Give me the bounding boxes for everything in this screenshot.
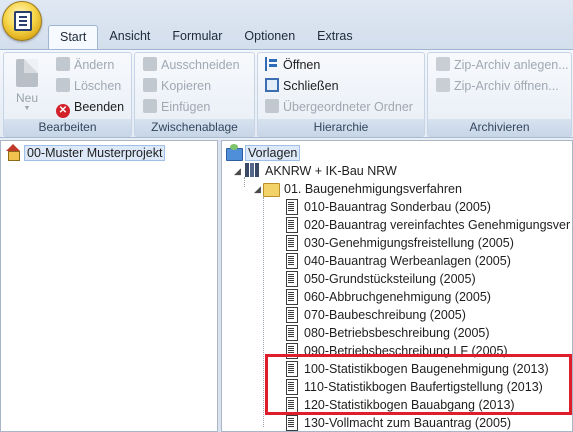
- group-zwischenablage: Ausschneiden Kopieren Einfügen Zwischena…: [134, 52, 255, 137]
- tab-extras[interactable]: Extras: [306, 25, 363, 49]
- document-label: 070-Baubeschreibung (2005): [304, 308, 466, 322]
- delete-button-label: Löschen: [74, 79, 122, 93]
- paste-icon: [143, 99, 157, 113]
- document-item[interactable]: 060-Abbruchgenehmigung (2005): [283, 288, 493, 306]
- zip-create-button[interactable]: Zip-Archiv anlegen...: [436, 55, 569, 75]
- document-icon: [283, 198, 299, 215]
- cut-button-label: Ausschneiden: [161, 58, 240, 72]
- tab-formular[interactable]: Formular: [161, 25, 233, 49]
- document-item[interactable]: 050-Grundstücksteilung (2005): [283, 270, 478, 288]
- zip-create-button-label: Zip-Archiv anlegen...: [454, 58, 569, 72]
- document-icon: [283, 306, 299, 323]
- parent-folder-icon: [265, 99, 279, 113]
- tree-item-vorlagen[interactable]: Vorlagen: [226, 144, 301, 162]
- delete-button[interactable]: Löschen: [56, 76, 121, 96]
- document-label: 060-Abbruchgenehmigung (2005): [304, 290, 491, 304]
- document-item[interactable]: 080-Betriebsbeschreibung (2005): [283, 324, 492, 342]
- close-icon: ✕: [56, 104, 70, 118]
- library-books-icon: [244, 162, 260, 178]
- collapse-triangle-icon[interactable]: ◢: [254, 184, 261, 195]
- parent-folder-button-label: Übergeordneter Ordner: [283, 100, 413, 114]
- collapse-triangle-icon[interactable]: ◢: [234, 166, 241, 177]
- chevron-down-icon: ▼: [23, 105, 31, 112]
- document-label: 050-Grundstücksteilung (2005): [304, 272, 476, 286]
- group-label-hierarchie: Hierarchie: [258, 119, 424, 136]
- cut-button[interactable]: Ausschneiden: [143, 55, 240, 75]
- document-item[interactable]: 020-Bauantrag vereinfachtes Genehmigungs…: [283, 216, 572, 234]
- document-label: 130-Vollmacht zum Bauantrag (2005): [304, 416, 512, 430]
- zip-archive-icon: [436, 57, 450, 71]
- document-item[interactable]: 030-Genehmigungsfreistellung (2005): [283, 234, 516, 252]
- highlight-box: [265, 354, 572, 415]
- folder-label: 01. Baugenehmigungsverfahren: [284, 182, 462, 196]
- document-item[interactable]: 040-Bauantrag Werbeanlagen (2005): [283, 252, 513, 270]
- document-label: 010-Bauantrag Sonderbau (2005): [304, 200, 491, 214]
- tab-optionen[interactable]: Optionen: [233, 25, 306, 49]
- group-archivieren: Zip-Archiv anlegen... Zip-Archiv öffnen.…: [427, 52, 572, 137]
- document-label: 020-Bauantrag vereinfachtes Genehmigungs…: [304, 218, 571, 232]
- edit-button[interactable]: Ändern: [56, 55, 114, 75]
- document-icon: [283, 324, 299, 341]
- document-item[interactable]: 010-Bauantrag Sonderbau (2005): [283, 198, 493, 216]
- tree-item-project[interactable]: 00-Muster Musterprojekt: [5, 144, 166, 162]
- copy-icon: [143, 78, 157, 92]
- copy-button[interactable]: Kopieren: [143, 76, 211, 96]
- zip-open-button[interactable]: Zip-Archiv öffnen...: [436, 76, 559, 96]
- zip-open-button-label: Zip-Archiv öffnen...: [454, 79, 559, 93]
- open-button-label: Öffnen: [283, 58, 321, 72]
- vorlagen-label: Vorlagen: [245, 145, 301, 161]
- tab-ansicht[interactable]: Ansicht: [98, 25, 161, 49]
- edit-button-label: Ändern: [74, 58, 115, 72]
- project-house-icon: [5, 144, 21, 161]
- templates-folder-icon: [226, 144, 243, 161]
- delete-icon: [56, 78, 70, 92]
- document-icon: [283, 216, 299, 233]
- close-tree-button[interactable]: Schließen: [265, 76, 339, 96]
- group-label-archivieren: Archivieren: [428, 119, 571, 136]
- zip-open-icon: [436, 78, 450, 92]
- ribbon-body: Neu ▼ Ändern Löschen ✕ Beenden Bearbeiten…: [0, 49, 573, 138]
- edit-icon: [56, 57, 70, 71]
- group-label-bearbeiten: Bearbeiten: [4, 119, 131, 136]
- new-button-label: Neu: [15, 91, 38, 105]
- tree-open-icon: [265, 57, 279, 71]
- new-button[interactable]: Neu ▼: [10, 57, 44, 117]
- group-label-zwischenablage: Zwischenablage: [135, 119, 254, 136]
- group-bearbeiten: Neu ▼ Ändern Löschen ✕ Beenden Bearbeiten: [3, 52, 132, 137]
- paste-button[interactable]: Einfügen: [143, 97, 210, 117]
- document-label: 040-Bauantrag Werbeanlagen (2005): [304, 254, 511, 268]
- exit-button[interactable]: ✕ Beenden: [56, 97, 125, 118]
- tree-item-folder[interactable]: 01. Baugenehmigungsverfahren: [263, 180, 464, 198]
- tree-close-icon: [265, 78, 279, 92]
- open-button[interactable]: Öffnen: [265, 55, 320, 75]
- ribbon-tabs: Start Ansicht Formular Optionen Extras: [48, 25, 364, 49]
- copy-button-label: Kopieren: [161, 79, 212, 93]
- folder-icon: [263, 180, 280, 197]
- document-item[interactable]: 070-Baubeschreibung (2005): [283, 306, 468, 324]
- close-tree-button-label: Schließen: [283, 79, 339, 93]
- tab-start[interactable]: Start: [48, 25, 99, 49]
- document-icon: [283, 270, 299, 287]
- application-menu-button[interactable]: [2, 1, 42, 41]
- document-label: 030-Genehmigungsfreistellung (2005): [304, 236, 514, 250]
- group-hierarchie: Öffnen Schließen Übergeordneter Ordner H…: [257, 52, 425, 137]
- document-icon: [283, 234, 299, 251]
- document-icon: [283, 252, 299, 269]
- new-document-icon: [16, 59, 38, 87]
- document-label: 080-Betriebsbeschreibung (2005): [304, 326, 490, 340]
- library-label: AKNRW + IK-Bau NRW: [265, 164, 397, 178]
- document-icon: [283, 414, 299, 431]
- app-document-icon: [14, 11, 32, 31]
- document-icon: [283, 288, 299, 305]
- paste-button-label: Einfügen: [161, 100, 211, 114]
- scissors-icon: [143, 57, 157, 71]
- project-tree-pane: 00-Muster Musterprojekt: [0, 140, 218, 432]
- document-item[interactable]: 130-Vollmacht zum Bauantrag (2005): [283, 414, 513, 431]
- project-label: 00-Muster Musterprojekt: [24, 145, 166, 161]
- parent-folder-button[interactable]: Übergeordneter Ordner: [265, 97, 413, 117]
- tree-item-library[interactable]: AKNRW + IK-Bau NRW: [244, 162, 399, 180]
- exit-button-label: Beenden: [74, 100, 125, 114]
- tree-connector: [263, 197, 264, 427]
- ribbon-header: Start Ansicht Formular Optionen Extras: [0, 0, 573, 50]
